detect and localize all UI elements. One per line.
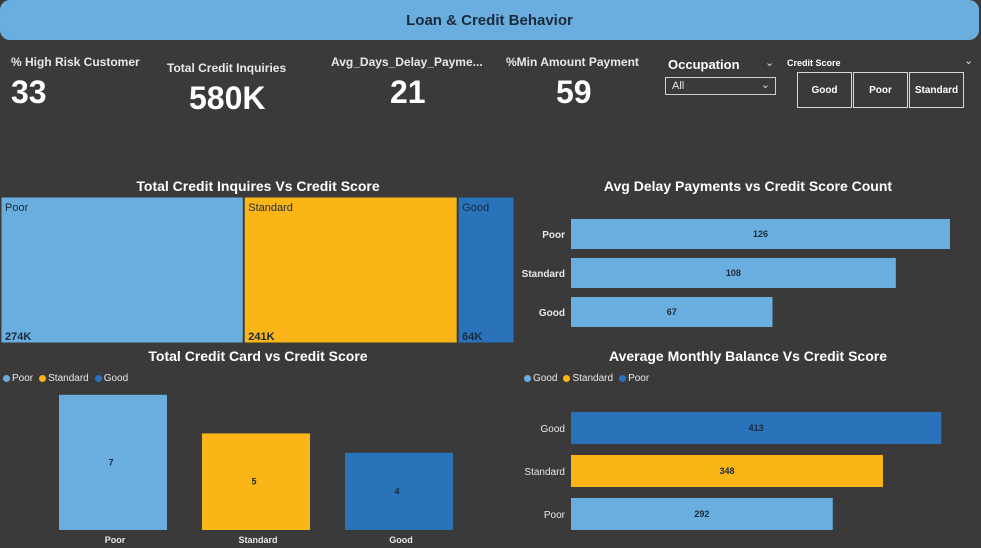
legend-item[interactable]: Good bbox=[524, 373, 557, 384]
balance-legend: Good Standard Poor bbox=[524, 373, 649, 384]
occupation-slicer-title: Occupation bbox=[668, 57, 740, 72]
kpi-min-amount-label: %Min Amount Payment bbox=[506, 55, 639, 69]
delay-chart-title: Avg Delay Payments vs Credit Score Count bbox=[603, 178, 893, 194]
legend-label: Poor bbox=[628, 373, 650, 384]
legend-label: Poor bbox=[12, 373, 34, 384]
legend-dot bbox=[3, 375, 10, 382]
bar-data-label: 4 bbox=[394, 486, 399, 496]
legend-item[interactable]: Poor bbox=[3, 373, 33, 384]
bar-data-label: 108 bbox=[726, 268, 741, 278]
credit-score-slicer-title: Credit Score bbox=[787, 58, 841, 68]
legend-label: Standard bbox=[48, 373, 89, 384]
treemap-value-label: 274K bbox=[5, 331, 31, 343]
credit-score-tile-good[interactable]: Good bbox=[797, 72, 852, 108]
chevron-down-icon[interactable]: ⌄ bbox=[765, 56, 774, 69]
credit-card-bar-chart: 7 Poor 5 Standard 4 Good bbox=[59, 394, 453, 545]
legend-dot bbox=[39, 375, 47, 382]
legend-label: Standard bbox=[572, 373, 614, 384]
occupation-dropdown[interactable]: All ⌄ bbox=[665, 77, 776, 95]
axis-category-label: Poor bbox=[542, 230, 565, 241]
dashboard-title: Loan & Credit Behavior bbox=[406, 11, 573, 29]
bar-data-label: 126 bbox=[753, 229, 768, 239]
legend-item[interactable]: Good bbox=[94, 373, 129, 384]
kpi-high-risk-value: 33 bbox=[11, 74, 47, 110]
chevron-down-icon[interactable]: ⌄ bbox=[964, 54, 973, 67]
legend-dot bbox=[619, 375, 627, 382]
treemap-tile-label: Good bbox=[462, 202, 489, 214]
legend-dot bbox=[563, 375, 571, 382]
credit-score-tile-standard[interactable]: Standard bbox=[909, 72, 964, 108]
treemap-chart-title: Total Credit Inquires Vs Credit Score bbox=[136, 178, 380, 194]
axis-category-label: Good bbox=[541, 424, 565, 435]
bar-data-label: 7 bbox=[108, 457, 113, 467]
axis-category-label: Poor bbox=[105, 535, 126, 545]
bar-data-label: 5 bbox=[251, 477, 256, 487]
treemap-tile-poor bbox=[0, 196, 244, 344]
occupation-selected-value: All bbox=[672, 80, 685, 92]
bar-data-label: 348 bbox=[719, 466, 734, 476]
kpi-high-risk-label: % High Risk Customer bbox=[11, 55, 140, 69]
bar-data-label: 413 bbox=[749, 423, 764, 433]
treemap-tile-label: Standard bbox=[248, 202, 293, 214]
credit-card-legend: Poor Standard Good bbox=[3, 373, 128, 384]
dropdown-chevron-icon: ⌄ bbox=[760, 79, 770, 91]
legend-label: Good bbox=[103, 373, 129, 384]
legend-item[interactable]: Poor bbox=[619, 373, 649, 384]
balance-bar-chart: Good 413 Standard 348 Poor 292 bbox=[524, 412, 942, 530]
kpi-total-inquiries-value: 580K bbox=[189, 80, 266, 116]
bar-data-label: 67 bbox=[667, 307, 677, 317]
treemap-chart: Poor 274K Standard 241K Good 64K bbox=[0, 196, 515, 344]
credit-score-tile-poor[interactable]: Poor bbox=[853, 72, 908, 108]
kpi-total-inquiries-label: Total Credit Inquiries bbox=[167, 61, 287, 75]
legend-item[interactable]: Standard bbox=[563, 373, 613, 384]
treemap-tile-label: Poor bbox=[5, 202, 29, 214]
axis-category-label: Standard bbox=[524, 467, 565, 478]
credit-card-chart-title: Total Credit Card vs Credit Score bbox=[148, 348, 368, 364]
axis-category-label: Poor bbox=[544, 510, 566, 521]
axis-category-label: Standard bbox=[522, 269, 565, 280]
kpi-avg-delay-label: Avg_Days_Delay_Payme... bbox=[331, 55, 483, 69]
legend-dot bbox=[94, 375, 102, 382]
legend-label: Good bbox=[533, 373, 558, 384]
treemap-tile-good bbox=[457, 196, 515, 344]
treemap-value-label: 241K bbox=[248, 331, 274, 343]
balance-chart-title: Average Monthly Balance Vs Credit Score bbox=[608, 348, 888, 364]
kpi-min-amount-value: 59 bbox=[556, 74, 592, 110]
bar-data-label: 292 bbox=[694, 509, 709, 519]
legend-dot bbox=[524, 375, 531, 382]
treemap-value-label: 64K bbox=[462, 331, 482, 343]
axis-category-label: Good bbox=[539, 308, 565, 319]
delay-bar-chart: Poor 126 Standard 108 Good 67 bbox=[522, 219, 950, 327]
axis-category-label: Standard bbox=[238, 535, 277, 545]
treemap-tile-standard bbox=[243, 196, 458, 344]
dashboard-title-banner: Loan & Credit Behavior bbox=[0, 0, 979, 40]
kpi-avg-delay-value: 21 bbox=[390, 74, 426, 110]
axis-category-label: Good bbox=[389, 535, 413, 545]
legend-item[interactable]: Standard bbox=[39, 373, 89, 384]
